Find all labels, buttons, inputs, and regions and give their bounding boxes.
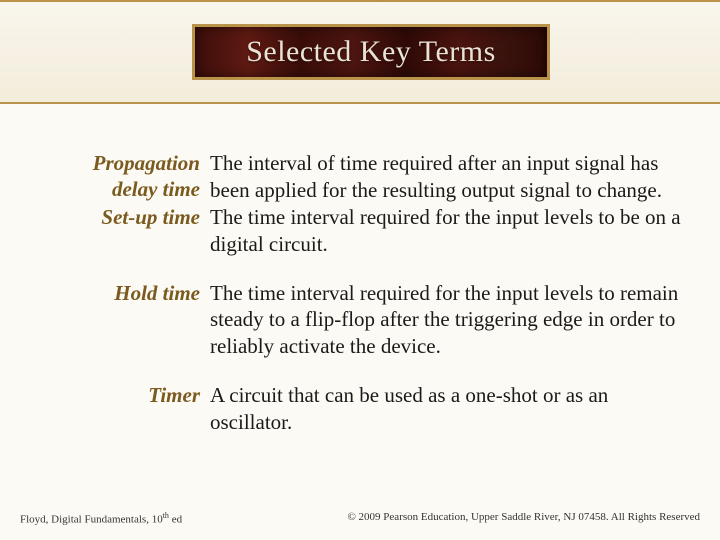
term-def-timer: A circuit that can be used as a one-shot…: [210, 382, 688, 436]
term-row-propagation: Propagation delay time The interval of t…: [48, 150, 688, 204]
header-rule-bottom: [0, 102, 720, 104]
term-label-setup: Set-up time: [48, 204, 210, 230]
footer-left-prefix: Floyd, Digital Fundamentals, 10: [20, 514, 163, 526]
term-def-propagation: The interval of time required after an i…: [210, 150, 688, 204]
slide: Selected Key Terms Propagation delay tim…: [0, 0, 720, 540]
content-area: Propagation delay time The interval of t…: [48, 150, 688, 450]
footer-left: Floyd, Digital Fundamentals, 10th ed: [20, 511, 182, 526]
footer-right: © 2009 Pearson Education, Upper Saddle R…: [347, 511, 700, 526]
term-label-timer: Timer: [48, 382, 210, 408]
term-label-propagation: Propagation delay time: [48, 150, 210, 203]
term-row-timer: Timer A circuit that can be used as a on…: [48, 382, 688, 436]
header-region: Selected Key Terms: [0, 0, 720, 104]
title-box: Selected Key Terms: [192, 24, 550, 80]
footer: Floyd, Digital Fundamentals, 10th ed © 2…: [20, 511, 700, 526]
footer-left-suffix: ed: [169, 514, 182, 526]
slide-title: Selected Key Terms: [246, 35, 496, 69]
term-row-hold: Hold time The time interval required for…: [48, 280, 688, 361]
header-rule-top: [0, 0, 720, 2]
term-def-setup: The time interval required for the input…: [210, 204, 688, 258]
term-def-hold: The time interval required for the input…: [210, 280, 688, 361]
term-row-setup: Set-up time The time interval required f…: [48, 204, 688, 258]
term-label-hold: Hold time: [48, 280, 210, 306]
